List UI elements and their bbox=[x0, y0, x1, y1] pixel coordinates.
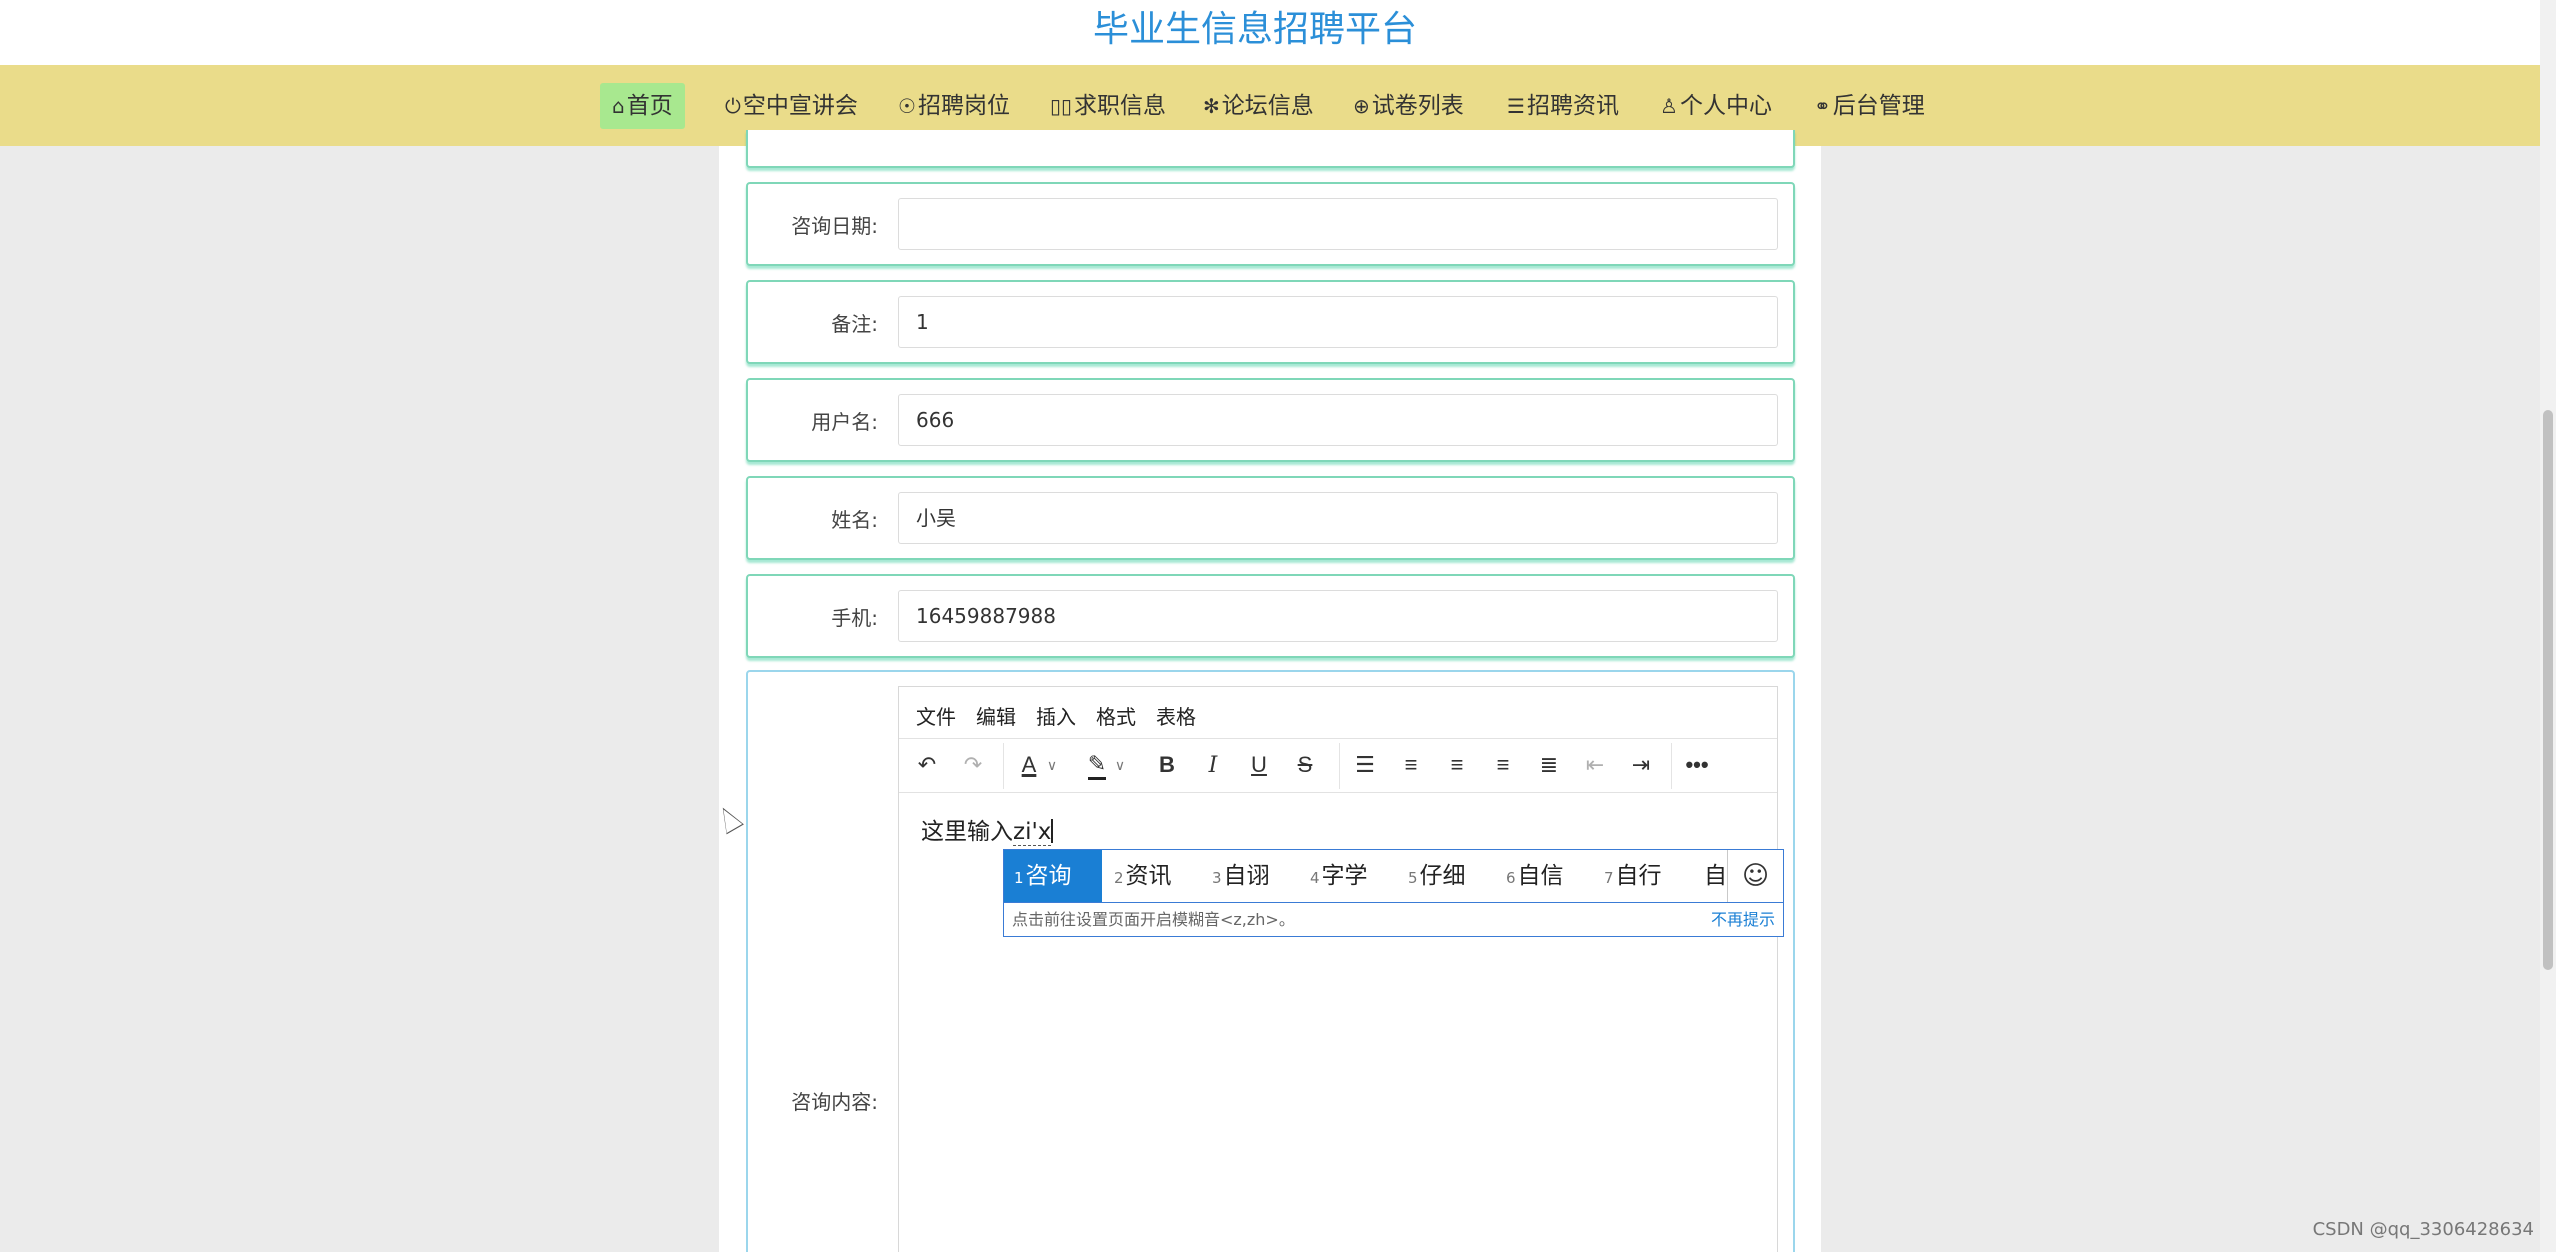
home-icon: ⌂ bbox=[612, 94, 625, 118]
ime-candidate-window: 1咨询 2资讯 3自诩 4字学 5仔细 6自信 7自行 自 ☺ 点击前往设置页面… bbox=[1003, 849, 1784, 937]
toolbar-divider bbox=[1003, 743, 1004, 789]
nav-item-air-talk[interactable]: ⏻空中宣讲会 bbox=[725, 83, 858, 129]
ime-candidate[interactable]: 自 bbox=[1692, 850, 1728, 902]
rich-text-editor: 文件 编辑 插入 格式 表格 ↶ ↷ A ∨ ✎ ∨ B I U S ☰ ≡ ≡… bbox=[898, 686, 1778, 1252]
form-row-content: 咨询内容: 文件 编辑 插入 格式 表格 ↶ ↷ A ∨ ✎ ∨ B I U S… bbox=[746, 670, 1795, 1252]
target-icon: ☉ bbox=[898, 94, 916, 118]
text-caret bbox=[1051, 819, 1054, 843]
emoji-icon[interactable]: ☺ bbox=[1727, 850, 1783, 902]
page-header: 毕业生信息招聘平台 bbox=[0, 0, 2540, 65]
content-label: 咨询内容: bbox=[791, 1090, 878, 1114]
menu-edit[interactable]: 编辑 bbox=[976, 701, 1016, 730]
toolbar-divider bbox=[1671, 743, 1672, 789]
form-row-partial bbox=[746, 130, 1795, 168]
ime-candidate[interactable]: 3自诩 bbox=[1202, 850, 1280, 902]
nav-item-jobs[interactable]: ☉招聘岗位 bbox=[898, 83, 1010, 129]
line-height-icon[interactable]: ☰ bbox=[1347, 747, 1383, 783]
nav-label: 后台管理 bbox=[1832, 93, 1925, 119]
more-icon[interactable]: ••• bbox=[1679, 747, 1715, 783]
columns-icon: ▯▯ bbox=[1050, 94, 1073, 118]
strikethrough-icon[interactable]: S bbox=[1287, 747, 1323, 783]
nav-item-admin[interactable]: ⚭后台管理 bbox=[1814, 83, 1925, 129]
italic-icon[interactable]: I bbox=[1195, 747, 1231, 783]
nav-label: 求职信息 bbox=[1074, 93, 1167, 119]
editor-body[interactable]: 这里输入zi'x bbox=[921, 812, 1054, 846]
ime-candidate[interactable]: 4字学 bbox=[1300, 850, 1378, 902]
redo-icon[interactable]: ↷ bbox=[955, 747, 991, 783]
consult-date-label: 咨询日期: bbox=[791, 213, 878, 238]
sliders-icon: ☰ bbox=[1507, 94, 1525, 118]
menu-format[interactable]: 格式 bbox=[1096, 701, 1136, 730]
asterisk-icon: ✻ bbox=[1203, 94, 1220, 118]
align-center-icon[interactable]: ≡ bbox=[1439, 747, 1475, 783]
chevron-down-icon[interactable]: ∨ bbox=[1109, 747, 1131, 783]
ime-candidate[interactable]: 5仔细 bbox=[1398, 850, 1476, 902]
name-input[interactable]: 小吴 bbox=[898, 492, 1778, 544]
form-row-remark: 备注: 1 bbox=[746, 280, 1795, 364]
align-left-icon[interactable]: ≡ bbox=[1393, 747, 1429, 783]
name-label: 姓名: bbox=[831, 507, 878, 532]
outdent-icon[interactable]: ⇤ bbox=[1577, 747, 1613, 783]
underline-icon[interactable]: U bbox=[1241, 747, 1277, 783]
power-icon: ⏻ bbox=[725, 94, 741, 118]
menu-file[interactable]: 文件 bbox=[916, 701, 956, 730]
nav-label: 论坛信息 bbox=[1221, 93, 1314, 119]
ime-candidate[interactable]: 1咨询 bbox=[1004, 850, 1102, 902]
nav-item-exam-list[interactable]: ⊕试卷列表 bbox=[1353, 83, 1464, 129]
align-justify-icon[interactable]: ≣ bbox=[1531, 747, 1567, 783]
ime-hint-text[interactable]: 点击前往设置页面开启模糊音<z,zh>。 bbox=[1012, 910, 1295, 929]
nav-item-forum[interactable]: ✻论坛信息 bbox=[1203, 83, 1314, 129]
ime-candidate[interactable]: 6自信 bbox=[1496, 850, 1574, 902]
form-row-name: 姓名: 小吴 bbox=[746, 476, 1795, 560]
site-title: 毕业生信息招聘平台 bbox=[1092, 9, 1417, 50]
watermark: CSDN @qq_3306428634 bbox=[2312, 1219, 2534, 1240]
nav-label: 空中宣讲会 bbox=[742, 93, 858, 119]
editor-toolbar: ↶ ↷ A ∨ ✎ ∨ B I U S ☰ ≡ ≡ ≡ ≣ ⇤ ⇥ ••• bbox=[899, 739, 1777, 793]
form-row-consult-date: 咨询日期: bbox=[746, 182, 1795, 266]
form-row-username: 用户名: 666 bbox=[746, 378, 1795, 462]
editor-menubar: 文件 编辑 插入 格式 表格 bbox=[899, 687, 1777, 739]
nav-label: 招聘岗位 bbox=[917, 93, 1010, 119]
nav-item-news[interactable]: ☰招聘资讯 bbox=[1507, 83, 1619, 129]
nav-label: 招聘资讯 bbox=[1526, 93, 1619, 119]
nav-label: 个人中心 bbox=[1679, 93, 1772, 119]
ime-dismiss-link[interactable]: 不再提示 bbox=[1711, 903, 1775, 936]
username-label: 用户名: bbox=[811, 409, 878, 434]
align-right-icon[interactable]: ≡ bbox=[1485, 747, 1521, 783]
indent-icon[interactable]: ⇥ bbox=[1623, 747, 1659, 783]
toolbar-divider bbox=[1339, 743, 1340, 789]
menu-insert[interactable]: 插入 bbox=[1036, 701, 1076, 730]
phone-input[interactable]: 16459887988 bbox=[898, 590, 1778, 642]
ime-hint: 点击前往设置页面开启模糊音<z,zh>。 不再提示 bbox=[1004, 902, 1783, 937]
remark-label: 备注: bbox=[831, 311, 878, 336]
username-input[interactable]: 666 bbox=[898, 394, 1778, 446]
form-row-phone: 手机: 16459887988 bbox=[746, 574, 1795, 658]
consult-date-input[interactable] bbox=[898, 198, 1778, 250]
editor-text: 这里输入 bbox=[921, 819, 1013, 845]
user-icon: ♙ bbox=[1660, 94, 1678, 118]
nav-item-profile[interactable]: ♙个人中心 bbox=[1660, 83, 1772, 129]
globe-icon: ⊕ bbox=[1353, 94, 1370, 118]
link-icon: ⚭ bbox=[1814, 94, 1831, 118]
undo-icon[interactable]: ↶ bbox=[909, 747, 945, 783]
nav-label: 试卷列表 bbox=[1371, 93, 1464, 119]
ime-candidate[interactable]: 2资讯 bbox=[1104, 850, 1182, 902]
nav-label: 首页 bbox=[626, 93, 673, 119]
ime-candidate[interactable]: 7自行 bbox=[1594, 850, 1672, 902]
chevron-down-icon[interactable]: ∨ bbox=[1041, 747, 1063, 783]
remark-input[interactable]: 1 bbox=[898, 296, 1778, 348]
scrollbar-thumb[interactable] bbox=[2543, 410, 2553, 970]
phone-label: 手机: bbox=[831, 605, 878, 630]
bold-icon[interactable]: B bbox=[1149, 747, 1185, 783]
ime-composition: zi'x bbox=[1013, 819, 1052, 846]
ime-candidates: 1咨询 2资讯 3自诩 4字学 5仔细 6自信 7自行 自 bbox=[1004, 850, 1728, 902]
nav-item-home[interactable]: ⌂首页 bbox=[600, 83, 685, 129]
nav-item-job-seeking[interactable]: ▯▯求职信息 bbox=[1050, 83, 1166, 129]
menu-table[interactable]: 表格 bbox=[1156, 701, 1196, 730]
